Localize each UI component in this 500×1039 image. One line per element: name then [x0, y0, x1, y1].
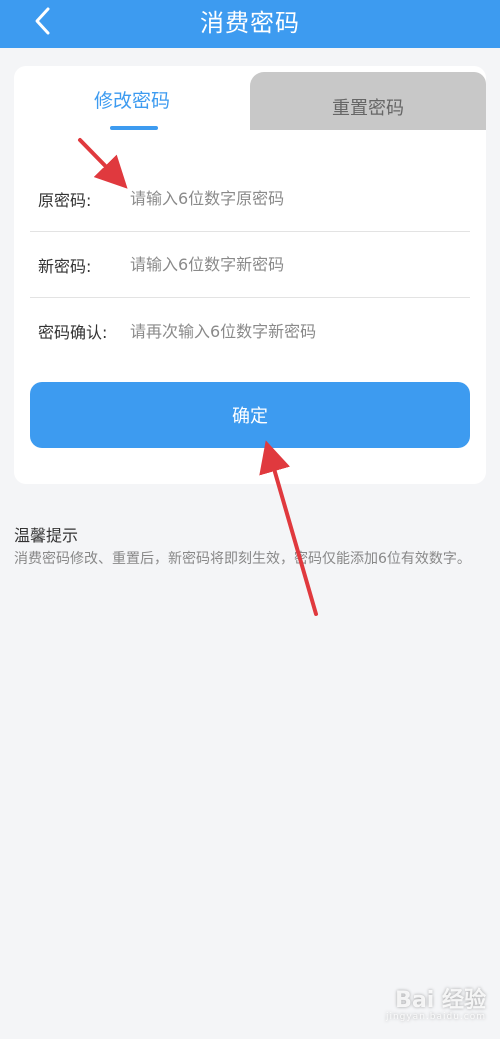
chevron-left-icon	[35, 7, 50, 35]
top-app-bar: 消费密码	[0, 0, 500, 48]
new-password-input[interactable]	[130, 255, 470, 274]
watermark-url: jingyan.baidu.com	[385, 1012, 486, 1022]
consumption-password-page: 消费密码 重置密码 修改密码 原密码: 新密码: 密码确认: 确定 温馨提示 消…	[0, 0, 500, 1039]
tab-bar: 重置密码 修改密码	[14, 66, 486, 130]
tab-reset-password[interactable]: 重置密码	[250, 72, 486, 130]
tips-text: 消费密码修改、重置后，新密码将即刻生效，密码仅能添加6位有效数字。	[14, 551, 471, 567]
confirm-password-label: 密码确认:	[38, 323, 108, 342]
back-button[interactable]	[26, 4, 60, 38]
active-tab-indicator	[110, 126, 158, 130]
tab-label: 修改密码	[93, 90, 170, 112]
new-password-label: 新密码:	[38, 256, 92, 276]
tab-label: 重置密码	[332, 98, 404, 119]
old-password-row: 原密码:	[30, 166, 470, 232]
password-form-card: 重置密码 修改密码 原密码: 新密码: 密码确认: 确定	[14, 66, 486, 484]
tab-change-password[interactable]: 修改密码	[14, 66, 250, 130]
tips-title: 温馨提示	[14, 526, 79, 545]
confirm-button[interactable]: 确定	[30, 382, 470, 448]
new-password-row: 新密码:	[30, 232, 470, 298]
confirm-password-row: 密码确认:	[30, 298, 470, 364]
page-title: 消费密码	[200, 8, 300, 37]
old-password-label: 原密码:	[38, 190, 92, 210]
baidu-watermark: Bai 经验 jingyan.baidu.com	[366, 982, 486, 1026]
confirm-password-input[interactable]	[130, 321, 470, 341]
old-password-input[interactable]	[130, 189, 470, 208]
watermark-text: Bai 经验	[395, 988, 486, 1013]
